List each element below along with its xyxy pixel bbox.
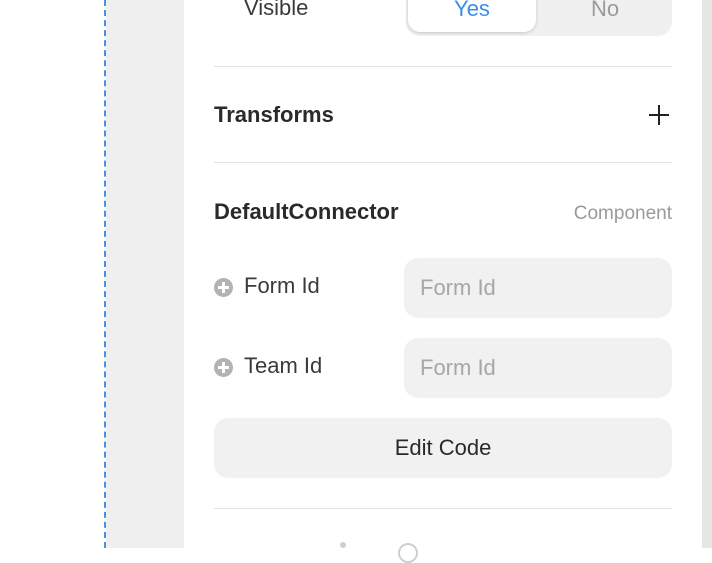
form-id-row: Form Id [214, 258, 672, 318]
component-tag: Component [573, 203, 672, 224]
visible-yes-option[interactable]: Yes [408, 0, 536, 32]
form-id-input[interactable] [404, 258, 672, 318]
team-id-input[interactable] [404, 338, 672, 398]
panel-gutter [106, 0, 184, 548]
edit-code-button[interactable]: Edit Code [214, 418, 672, 478]
visible-no-option[interactable]: No [540, 0, 670, 32]
canvas-area [0, 0, 104, 548]
next-row-dot [340, 542, 346, 548]
section-divider [214, 66, 672, 67]
section-divider [214, 162, 672, 163]
component-title: DefaultConnector [214, 199, 399, 224]
add-circle-icon[interactable] [214, 278, 233, 297]
panel-scrollbar[interactable] [702, 0, 712, 548]
info-icon[interactable] [398, 543, 418, 563]
add-circle-icon[interactable] [214, 358, 233, 377]
transforms-title: Transforms [214, 102, 334, 127]
add-transform-plus-icon[interactable] [648, 104, 670, 126]
form-id-label: Form Id [244, 273, 320, 298]
visible-toggle: Yes No [406, 0, 672, 36]
visible-label: Visible [244, 0, 309, 20]
section-divider [214, 508, 672, 509]
team-id-label: Team Id [244, 353, 323, 378]
team-id-row: Team Id [214, 338, 672, 398]
